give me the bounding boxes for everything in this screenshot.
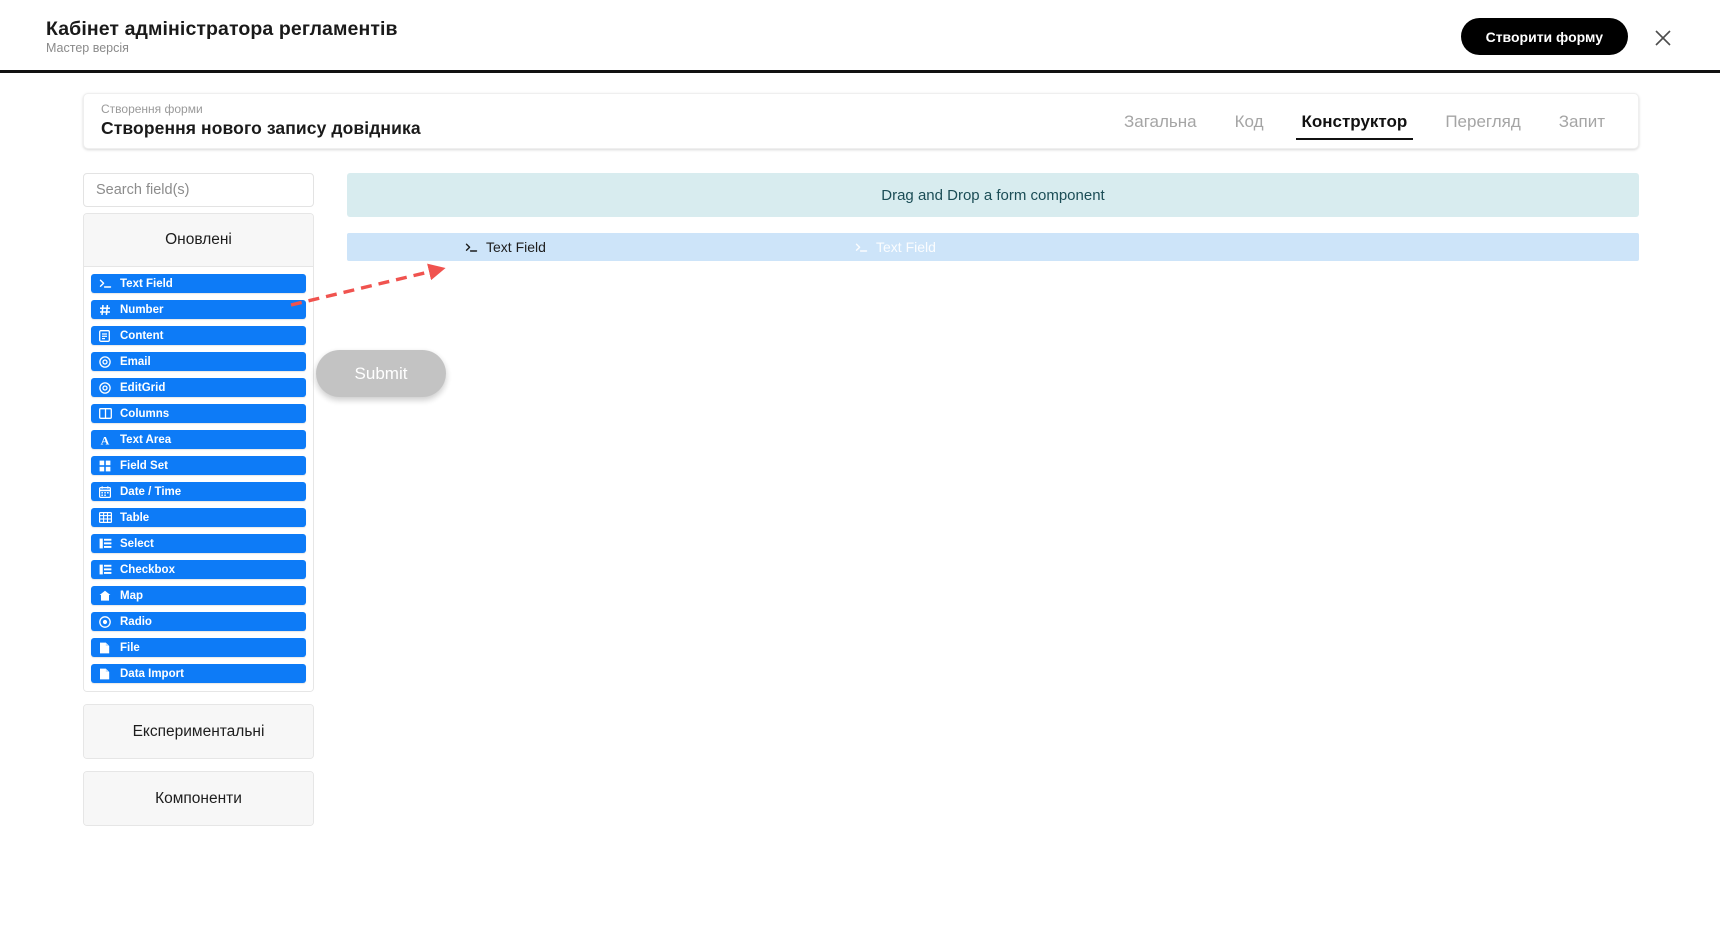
component-label: Email	[120, 355, 151, 368]
component-label: Content	[120, 329, 164, 342]
component-field-set[interactable]: Field Set	[91, 456, 306, 475]
tab-code[interactable]: Код	[1216, 94, 1283, 150]
component-label: File	[120, 641, 140, 654]
close-icon[interactable]	[1650, 25, 1676, 51]
component-number[interactable]: Number	[91, 300, 306, 319]
component-radio[interactable]: Radio	[91, 612, 306, 631]
canvas-component-drag-preview-label: Text Field	[876, 239, 936, 255]
component-label: Checkbox	[120, 563, 175, 576]
app-subtitle: Мастер версія	[46, 41, 129, 55]
component-palette: Оновлені Text Field Number	[83, 173, 314, 826]
app-title: Кабінет адміністратора регламентів	[46, 18, 398, 40]
grid-squares-icon	[99, 459, 114, 472]
component-label: Map	[120, 589, 143, 602]
component-label: Text Field	[120, 277, 173, 290]
component-email[interactable]: Email	[91, 352, 306, 371]
hash-icon	[99, 303, 114, 316]
form-header-card: Створення форми Створення нового запису …	[83, 93, 1639, 149]
component-label: Number	[120, 303, 164, 316]
component-text-field[interactable]: Text Field	[91, 274, 306, 293]
component-text-area[interactable]: A Text Area	[91, 430, 306, 449]
search-input[interactable]	[83, 173, 314, 207]
canvas-component-label-group: Text Field	[465, 233, 546, 261]
palette-section-components: Компоненти	[83, 771, 314, 826]
palette-section-updated: Оновлені Text Field Number Content Email…	[83, 213, 314, 692]
list-icon	[99, 563, 114, 576]
component-editgrid[interactable]: EditGrid	[91, 378, 306, 397]
terminal-icon	[99, 277, 114, 290]
component-label: Table	[120, 511, 150, 524]
letter-a-icon: A	[99, 433, 114, 446]
component-date-time[interactable]: Date / Time	[91, 482, 306, 501]
component-file[interactable]: File	[91, 638, 306, 657]
tab-bar: Загальна Код Конструктор Перегляд Запит	[1105, 94, 1624, 150]
component-label: Text Area	[120, 433, 172, 446]
component-label: Data Import	[120, 667, 184, 680]
canvas-component-label: Text Field	[486, 239, 546, 255]
content-block-icon	[99, 329, 114, 342]
component-map[interactable]: Map	[91, 586, 306, 605]
file-icon	[99, 667, 114, 680]
component-label: EditGrid	[120, 381, 166, 394]
tab-preview[interactable]: Перегляд	[1426, 94, 1539, 150]
component-label: Field Set	[120, 459, 168, 472]
component-table[interactable]: Table	[91, 508, 306, 527]
palette-component-list: Text Field Number Content Email EditGrid…	[84, 267, 313, 691]
tab-general[interactable]: Загальна	[1105, 94, 1216, 150]
component-content[interactable]: Content	[91, 326, 306, 345]
calendar-icon	[99, 485, 114, 498]
component-label: Select	[120, 537, 154, 550]
canvas-component-drag-preview: Text Field	[855, 233, 936, 261]
breadcrumb: Створення форми	[101, 102, 203, 116]
canvas-component-row[interactable]: Text Field Text Field	[347, 233, 1639, 261]
page-body: Створення форми Створення нового запису …	[0, 73, 1720, 939]
component-data-import[interactable]: Data Import	[91, 664, 306, 683]
create-form-button[interactable]: Створити форму	[1460, 18, 1628, 55]
page-title: Створення нового запису довідника	[101, 118, 421, 138]
list-icon	[99, 537, 114, 550]
at-sign-icon	[99, 381, 114, 394]
terminal-icon	[465, 242, 478, 253]
palette-section-experimental-header[interactable]: Експериментальні	[84, 705, 313, 758]
file-icon	[99, 641, 114, 654]
table-icon	[99, 511, 114, 524]
map-marker-icon	[99, 589, 114, 602]
app-header: Кабінет адміністратора регламентів Масте…	[0, 0, 1720, 73]
svg-text:A: A	[101, 434, 110, 446]
tab-request[interactable]: Запит	[1540, 94, 1624, 150]
component-checkbox[interactable]: Checkbox	[91, 560, 306, 579]
terminal-icon	[855, 242, 868, 253]
palette-section-updated-header[interactable]: Оновлені	[84, 214, 313, 267]
radio-dot-icon	[99, 615, 114, 628]
form-canvas: Drag and Drop a form component Text Fiel…	[347, 173, 1639, 261]
component-columns[interactable]: Columns	[91, 404, 306, 423]
at-sign-icon	[99, 355, 114, 368]
component-label: Columns	[120, 407, 170, 420]
component-label: Date / Time	[120, 485, 182, 498]
palette-section-experimental: Експериментальні	[83, 704, 314, 759]
component-label: Radio	[120, 615, 152, 628]
columns-icon	[99, 407, 114, 420]
submit-button-drag-ghost: Submit	[316, 350, 446, 397]
drop-zone[interactable]: Drag and Drop a form component	[347, 173, 1639, 217]
palette-section-components-header[interactable]: Компоненти	[84, 772, 313, 825]
tab-constructor[interactable]: Конструктор	[1283, 94, 1427, 150]
component-select[interactable]: Select	[91, 534, 306, 553]
